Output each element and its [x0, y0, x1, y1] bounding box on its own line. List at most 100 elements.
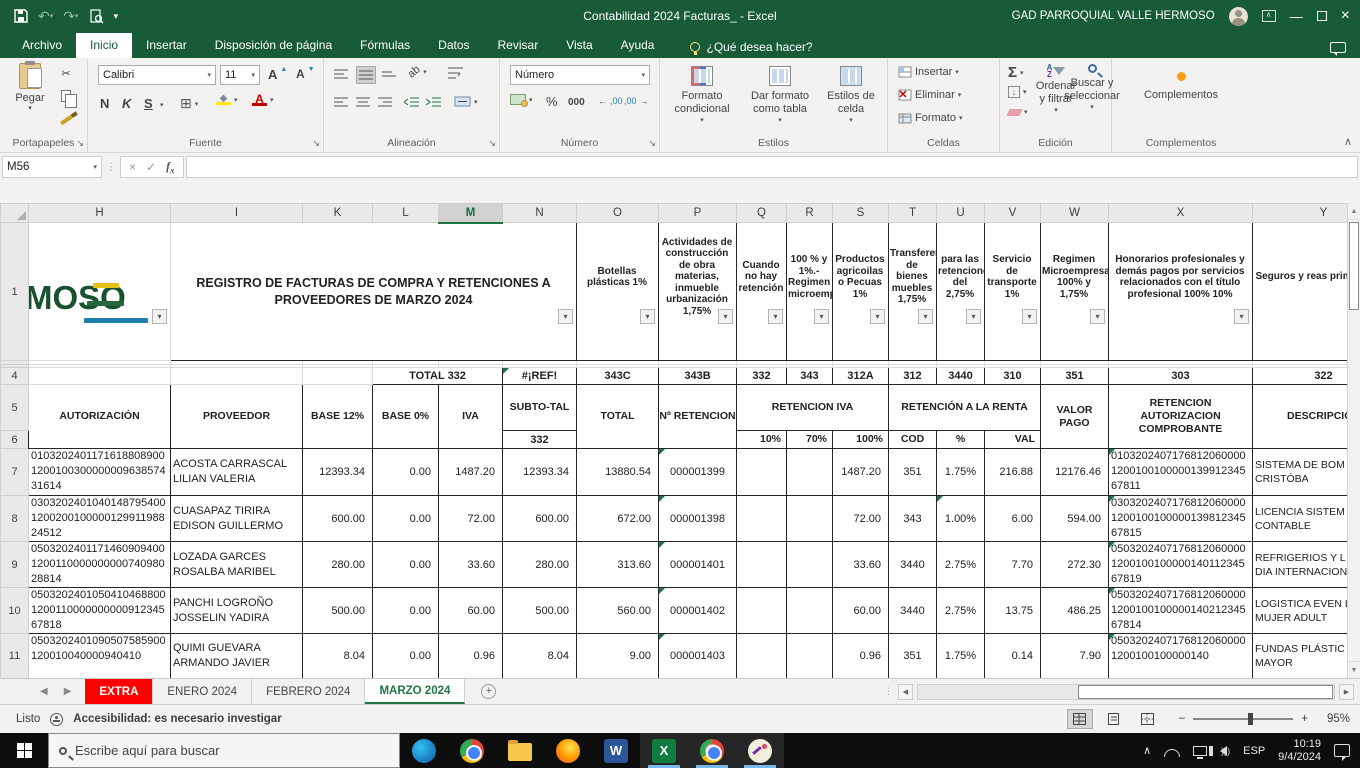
ribbon-tab-ayuda[interactable]: Ayuda [607, 33, 669, 58]
cell-S1[interactable]: Productos agricoilas o Pecuas 1%▾ [833, 223, 889, 361]
cell-U1[interactable]: para las retenciones del 2,75%▾ [937, 223, 985, 361]
cell-H11[interactable]: 0503202401090507585900120010040000940410 [29, 634, 171, 679]
row-header-6[interactable]: 6 [1, 431, 29, 449]
cell-Y11[interactable]: FUNDAS PLÁSTIC ADULTO MAYOR [1253, 634, 1360, 679]
cell-X8[interactable]: 0303202407176812060000120010010000013981… [1109, 496, 1253, 542]
format-painter-button[interactable] [56, 110, 76, 129]
row-header-4[interactable]: 4 [1, 368, 29, 385]
cell-M11[interactable]: 0.96 [439, 634, 503, 679]
row-header-8[interactable]: 8 [1, 496, 29, 542]
cell-P9[interactable]: 000001401 [659, 542, 737, 588]
cell-Q8[interactable] [737, 496, 787, 542]
column-header-H[interactable]: H [29, 204, 171, 223]
cell-O11[interactable]: 9.00 [577, 634, 659, 679]
font-name-select[interactable]: Calibri▾ [98, 65, 216, 85]
cell-total-332[interactable]: TOTAL 332 [373, 368, 503, 385]
align-bottom-button[interactable] [382, 68, 396, 80]
firefox-icon[interactable] [544, 733, 592, 768]
header-subtotal[interactable]: SUBTO-TAL [503, 385, 577, 431]
header-pct[interactable]: % [937, 431, 985, 449]
column-header-W[interactable]: W [1041, 204, 1109, 223]
cell-Q10[interactable] [737, 588, 787, 634]
cell-I11[interactable]: QUIMI GUEVARA ARMANDO JAVIER [171, 634, 303, 679]
cell-Q1[interactable]: Cuando no hay retención▾ [737, 223, 787, 361]
ribbon-display-options-icon[interactable] [1262, 10, 1276, 22]
underline-dropdown[interactable]: ▾ [160, 101, 164, 109]
cell-N9[interactable]: 280.00 [503, 542, 577, 588]
accessibility-icon[interactable] [50, 713, 63, 726]
tell-me-search[interactable]: ¿Qué desea hacer? [690, 40, 812, 58]
copy-button[interactable] [56, 86, 76, 105]
header-iva70[interactable]: 70% [787, 431, 833, 449]
cell-X10[interactable]: 0503202407176812060000120010010000014021… [1109, 588, 1253, 634]
column-header-Y[interactable]: Y [1253, 204, 1360, 223]
cell-T4[interactable]: 312 [889, 368, 937, 385]
percent-style-button[interactable]: % [546, 94, 558, 109]
zoom-slider[interactable] [1193, 718, 1293, 720]
filter-button-S[interactable]: ▾ [870, 309, 885, 324]
cell-K10[interactable]: 500.00 [303, 588, 373, 634]
cell-R10[interactable] [787, 588, 833, 634]
cell-V1[interactable]: Servicio de transporte 1%▾ [985, 223, 1041, 361]
onedrive-icon[interactable] [1164, 749, 1180, 757]
column-header-U[interactable]: U [937, 204, 985, 223]
fill-button[interactable]: ↓▾ [1008, 86, 1027, 98]
cell-U8[interactable]: 1.00% [937, 496, 985, 542]
font-dialog-launcher[interactable]: ↘ [312, 138, 320, 149]
cell-S10[interactable]: 60.00 [833, 588, 889, 634]
row-header-9[interactable]: 9 [1, 542, 29, 588]
header-total[interactable]: TOTAL [577, 385, 659, 449]
ribbon-tab-f-rmulas[interactable]: Fórmulas [346, 33, 424, 58]
cell-T7[interactable]: 351 [889, 449, 937, 496]
new-sheet-button[interactable]: + [481, 679, 496, 704]
excel-icon[interactable]: X [640, 733, 688, 768]
header-iva10[interactable]: 10% [737, 431, 787, 449]
cell-Y1[interactable]: Seguros y reas primas y ces▾ [1253, 223, 1360, 361]
cell-K11[interactable]: 8.04 [303, 634, 373, 679]
align-center-button[interactable] [356, 96, 370, 108]
sheet-tab-marzo-2024[interactable]: MARZO 2024 [365, 679, 465, 704]
comma-style-button[interactable]: 000 [568, 97, 585, 108]
decrease-font-button[interactable]: A▼ [296, 67, 315, 81]
sheet-nav-right-icon[interactable]: ▶ [64, 686, 72, 697]
vertical-scroll-thumb[interactable] [1349, 222, 1359, 310]
horizontal-scrollbar[interactable] [917, 684, 1335, 700]
cell-O9[interactable]: 313.60 [577, 542, 659, 588]
confirm-entry-icon[interactable]: ✓ [146, 160, 156, 174]
cell-X9[interactable]: 0503202407176812060000120010010000014011… [1109, 542, 1253, 588]
cell-K7[interactable]: 12393.34 [303, 449, 373, 496]
filter-button-P[interactable]: ▾ [718, 309, 733, 324]
cell-U4[interactable]: 3440 [937, 368, 985, 385]
word-icon[interactable]: W [592, 733, 640, 768]
cell-Y4[interactable]: 322 [1253, 368, 1360, 385]
cell-W9[interactable]: 272.30 [1041, 542, 1109, 588]
cell-T8[interactable]: 343 [889, 496, 937, 542]
column-header-R[interactable]: R [787, 204, 833, 223]
insert-cells-button[interactable]: Insertar▾ [898, 66, 959, 78]
scrollbar-divider[interactable]: ⋮ [884, 686, 894, 697]
cell-U10[interactable]: 2.75% [937, 588, 985, 634]
action-center-icon[interactable] [1334, 744, 1350, 757]
cell-S7[interactable]: 1487.20 [833, 449, 889, 496]
cell-X1[interactable]: Honorarios profesionales y demás pagos p… [1109, 223, 1253, 361]
cell-H9[interactable]: 0503202401171460909400120011000000000074… [29, 542, 171, 588]
cell-R1[interactable]: 100 % y 1%.- Regimen microempresa▾ [787, 223, 833, 361]
ribbon-tab-insertar[interactable]: Insertar [132, 33, 201, 58]
accounting-format-button[interactable]: ▾ [510, 94, 533, 105]
filter-button-R[interactable]: ▾ [814, 309, 829, 324]
cancel-entry-icon[interactable]: × [129, 160, 136, 174]
clipboard-dialog-launcher[interactable]: ↘ [76, 138, 84, 149]
header-nretencion[interactable]: Nº RETENCION [659, 385, 737, 449]
cell-K4[interactable] [303, 368, 373, 385]
cell-R9[interactable] [787, 542, 833, 588]
cell-S11[interactable]: 0.96 [833, 634, 889, 679]
header-val[interactable]: VAL [985, 431, 1041, 449]
filter-button-X[interactable]: ▾ [1234, 309, 1249, 324]
cell-O8[interactable]: 672.00 [577, 496, 659, 542]
column-header-K[interactable]: K [303, 204, 373, 223]
name-box[interactable]: M56 ▾ [2, 156, 102, 178]
cell-I8[interactable]: CUASAPAZ TIRIRA EDISON GUILLERMO [171, 496, 303, 542]
header-retencion-iva[interactable]: RETENCION IVA [737, 385, 889, 431]
cell-W11[interactable]: 7.90 [1041, 634, 1109, 679]
column-header-S[interactable]: S [833, 204, 889, 223]
